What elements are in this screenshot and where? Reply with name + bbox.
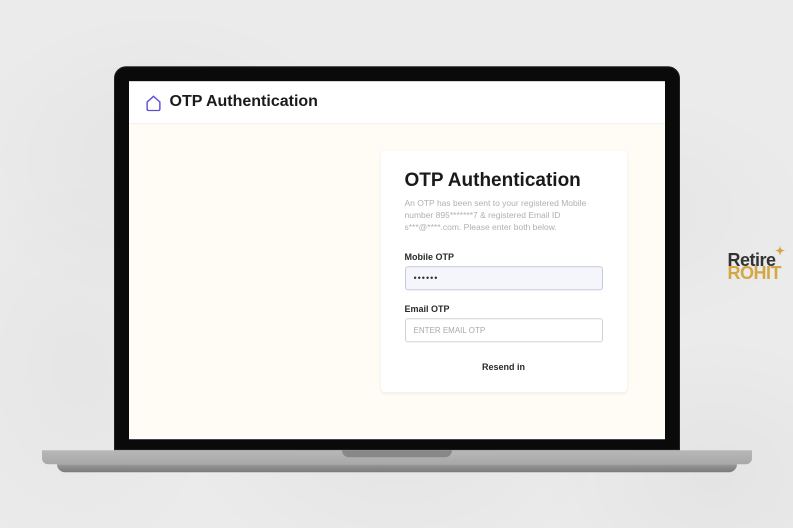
page-header: OTP Authentication [129, 81, 665, 124]
email-otp-input[interactable] [405, 318, 603, 342]
laptop-mockup: OTP Authentication OTP Authentication An… [114, 66, 680, 478]
watermark-logo: Retire ROHIT ✦ [728, 252, 782, 281]
page-body: OTP Authentication An OTP has been sent … [129, 124, 665, 436]
laptop-base-bottom [57, 464, 737, 472]
home-icon[interactable] [145, 94, 162, 111]
email-otp-label: Email OTP [405, 304, 603, 314]
mobile-otp-input[interactable] [405, 266, 603, 290]
laptop-notch [342, 450, 452, 457]
laptop-bezel: OTP Authentication OTP Authentication An… [114, 66, 680, 450]
laptop-base-top [42, 450, 752, 464]
laptop-base [114, 450, 680, 478]
mobile-otp-label: Mobile OTP [405, 252, 603, 262]
laptop-screen: OTP Authentication OTP Authentication An… [129, 81, 665, 439]
watermark-line2: ROHIT [728, 265, 782, 281]
watermark-star-icon: ✦ [775, 246, 785, 257]
card-title: OTP Authentication [405, 170, 603, 192]
resend-text: Resend in [405, 362, 603, 372]
otp-card: OTP Authentication An OTP has been sent … [381, 150, 627, 392]
card-hint-text: An OTP has been sent to your registered … [405, 198, 603, 234]
page-title: OTP Authentication [170, 93, 318, 111]
